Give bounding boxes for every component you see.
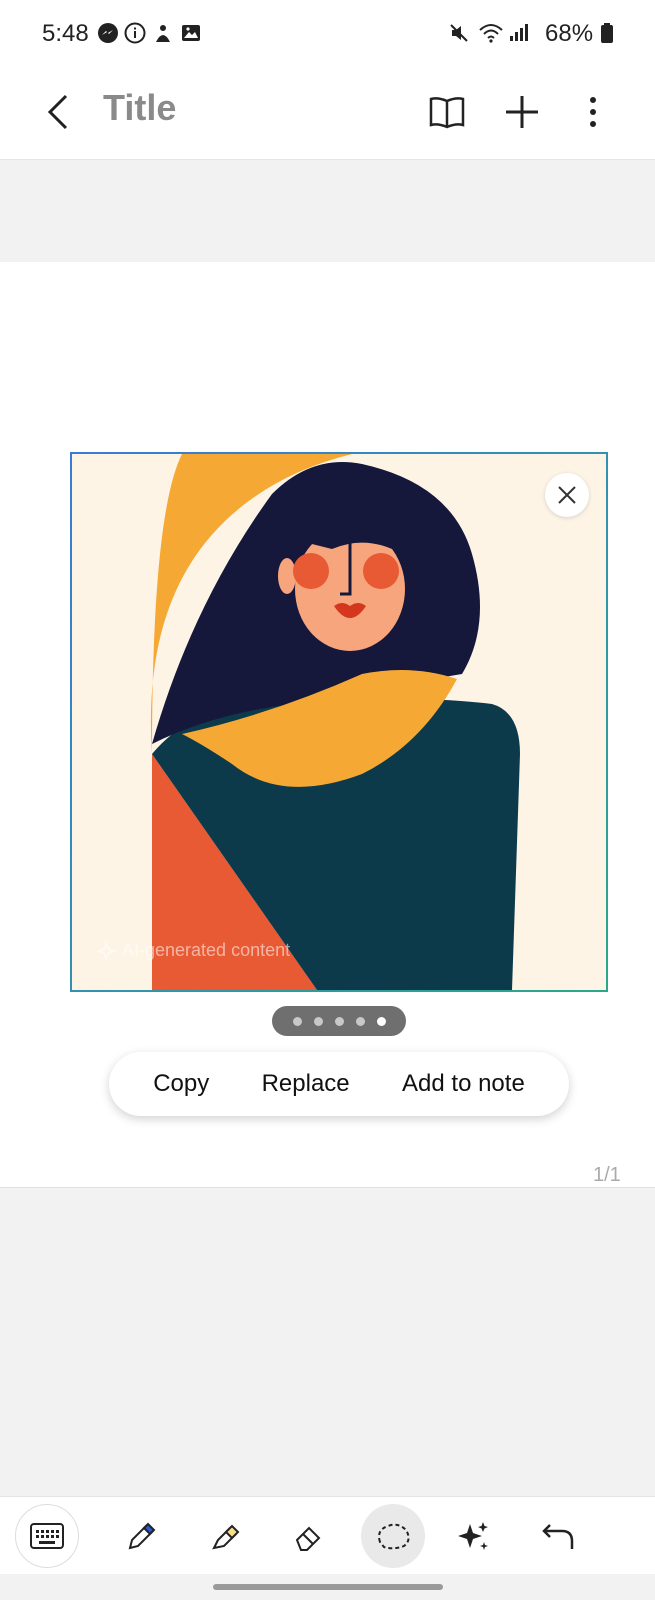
plus-icon — [506, 96, 538, 128]
signal-icon — [510, 24, 528, 41]
status-bar: 5:48 68% — [0, 0, 655, 70]
pager-dot[interactable] — [292, 1016, 302, 1026]
lasso-icon — [378, 1523, 410, 1550]
assistant-icon — [156, 25, 170, 42]
ai-assist-button[interactable] — [442, 1504, 506, 1568]
lasso-tool[interactable] — [361, 1504, 425, 1568]
messenger-icon — [98, 23, 118, 43]
battery-icon — [601, 23, 613, 43]
info-icon — [124, 22, 146, 44]
portrait-illustration — [72, 454, 606, 990]
back-arrow-icon — [47, 94, 68, 130]
close-icon — [558, 486, 576, 504]
add-to-note-button[interactable]: Add to note — [402, 1070, 525, 1098]
ai-generated-label: AI-generated content — [98, 940, 290, 961]
pager-dot[interactable] — [355, 1016, 365, 1026]
battery-percent: 68% — [545, 20, 594, 47]
add-button[interactable] — [500, 90, 544, 134]
back-button[interactable] — [36, 90, 80, 134]
keyboard-icon — [30, 1523, 64, 1549]
replace-button[interactable]: Replace — [262, 1070, 350, 1098]
ai-sparkle-icon — [458, 1522, 488, 1550]
more-options-button[interactable] — [571, 90, 615, 134]
drawing-toolbar — [0, 1496, 655, 1574]
image-pager[interactable] — [272, 1006, 406, 1036]
status-time: 5:48 — [42, 20, 89, 47]
reading-mode-button[interactable] — [425, 90, 469, 134]
pager-dot[interactable] — [313, 1016, 323, 1026]
page-indicator: 1/1 — [593, 1164, 621, 1186]
image-actions-bar: Copy Replace Add to note — [109, 1052, 569, 1116]
wifi-icon — [479, 24, 503, 43]
undo-icon — [542, 1524, 574, 1549]
undo-button[interactable] — [526, 1504, 590, 1568]
book-icon — [429, 97, 465, 129]
more-vert-icon — [590, 97, 596, 127]
home-indicator[interactable] — [213, 1584, 443, 1590]
highlighter-icon — [212, 1524, 240, 1550]
keyboard-button[interactable] — [15, 1504, 79, 1568]
highlighter-tool[interactable] — [192, 1504, 256, 1568]
pen-tool[interactable] — [108, 1504, 172, 1568]
note-title[interactable]: Title — [103, 87, 176, 129]
pager-dot[interactable] — [334, 1016, 344, 1026]
eraser-icon — [295, 1526, 321, 1551]
copy-button[interactable]: Copy — [153, 1070, 209, 1098]
pen-icon — [128, 1522, 156, 1550]
app-bar: Title — [0, 70, 655, 160]
close-image-button[interactable] — [545, 473, 589, 517]
mute-icon — [450, 24, 468, 42]
ai-sparkle-icon — [98, 940, 117, 961]
pager-dot-active[interactable] — [376, 1016, 386, 1026]
gallery-icon — [182, 25, 200, 41]
eraser-tool[interactable] — [277, 1504, 341, 1568]
generated-image[interactable]: AI-generated content — [70, 452, 608, 992]
